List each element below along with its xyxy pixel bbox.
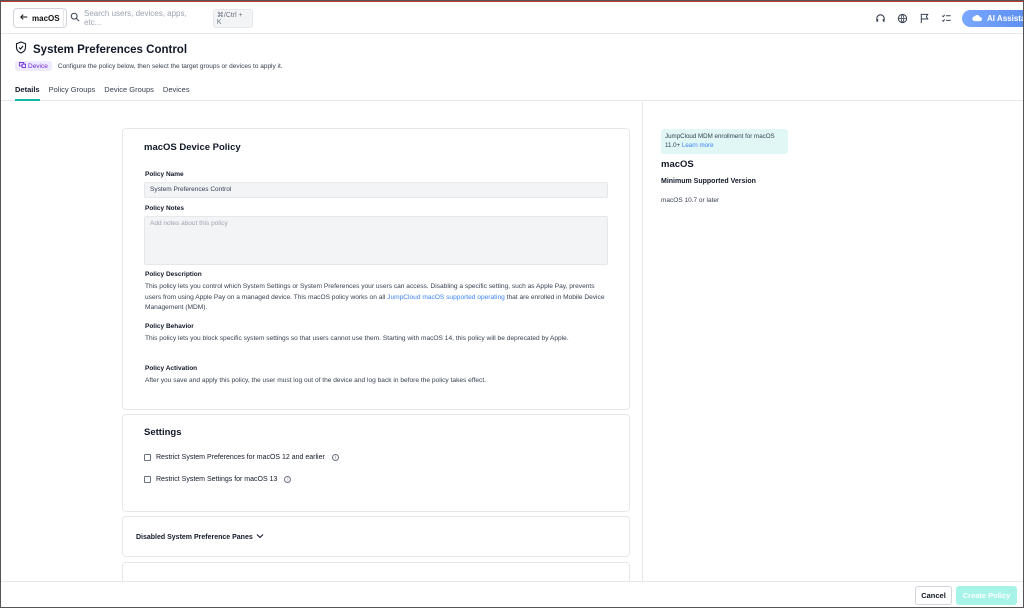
search-shortcut: ⌘/Ctrl + K <box>212 8 253 28</box>
policy-behavior-text: This policy lets you block specific syst… <box>145 335 569 342</box>
policy-form-column: macOS Device Policy Policy Name System P… <box>1 102 643 592</box>
create-policy-button[interactable]: Create Policy <box>956 586 1017 605</box>
info-icon[interactable]: i <box>331 454 339 461</box>
main-content: macOS Device Policy Policy Name System P… <box>1 102 1023 592</box>
policy-details-card: macOS Device Policy Policy Name System P… <box>122 128 630 410</box>
policy-name-label: Policy Name <box>145 171 184 178</box>
headset-icon[interactable] <box>873 11 887 25</box>
policy-description-text: This policy lets you control which Syste… <box>145 283 605 311</box>
back-button-label: macOS <box>32 13 60 23</box>
settings-card: Settings Restrict System Preferences for… <box>122 414 630 512</box>
tab-policy-groups[interactable]: Policy Groups <box>49 85 96 101</box>
info-icon[interactable]: i <box>284 476 292 483</box>
restrict-preferences-option[interactable]: Restrict System Preferences for macOS 12… <box>144 454 339 461</box>
device-badge-label: Device <box>28 62 48 70</box>
flag-icon[interactable] <box>917 11 931 25</box>
global-search[interactable]: Search users, devices, apps, etc... ⌘/Ct… <box>63 8 253 28</box>
page-subtitle: Configure the policy below, then select … <box>57 62 283 70</box>
page-title: System Preferences Control <box>33 44 188 56</box>
os-title: macOS <box>661 159 694 170</box>
restrict-preferences-checkbox[interactable] <box>144 454 151 461</box>
footer-bar: Cancel Create Policy <box>1 581 1023 607</box>
restrict-settings-option[interactable]: Restrict System Settings for macOS 13 i <box>144 476 292 483</box>
app-window: macOS Search users, devices, apps, etc..… <box>0 0 1024 608</box>
cloud-icon <box>972 14 983 24</box>
policy-card-title: macOS Device Policy <box>144 142 241 153</box>
policy-behavior-label: Policy Behavior <box>145 323 194 330</box>
policy-description-label: Policy Description <box>145 271 202 278</box>
policy-activation-label: Policy Activation <box>145 365 198 372</box>
globe-icon[interactable] <box>895 11 909 25</box>
min-version-label: Minimum Supported Version <box>661 178 756 185</box>
disabled-panes-card[interactable]: Disabled System Preference Panes <box>122 516 630 557</box>
settings-title: Settings <box>144 427 182 438</box>
policy-activation-text: After you save and apply this policy, th… <box>145 377 486 384</box>
tab-details[interactable]: Details <box>15 85 40 101</box>
ai-assistant-button[interactable]: AI Assista <box>962 10 1024 27</box>
min-version-value: macOS 10.7 or later <box>661 197 720 204</box>
top-bar: macOS Search users, devices, apps, etc..… <box>1 1 1023 34</box>
tab-devices[interactable]: Devices <box>163 85 190 101</box>
ai-assistant-label: AI Assista <box>987 14 1024 23</box>
restrict-settings-label: Restrict System Settings for macOS 13 <box>156 476 278 483</box>
policy-notes-textarea[interactable]: Add notes about this policy <box>144 216 608 265</box>
policy-notes-label: Policy Notes <box>145 205 185 212</box>
restrict-preferences-label: Restrict System Preferences for macOS 12… <box>156 454 325 461</box>
disabled-panes-label: Disabled System Preference Panes <box>136 533 253 541</box>
learn-more-link[interactable]: Learn more <box>682 142 714 149</box>
page-header: System Preferences Control Device Config… <box>1 35 1023 101</box>
disabled-panes-toggle[interactable]: Disabled System Preference Panes <box>136 533 264 541</box>
task-list-icon[interactable] <box>939 11 953 25</box>
device-badge: Device <box>15 61 52 71</box>
arrow-left-icon <box>20 13 28 23</box>
supported-os-link[interactable]: JumpCloud macOS supported operating <box>387 294 505 301</box>
cancel-button[interactable]: Cancel <box>915 586 952 605</box>
device-icon <box>19 61 26 70</box>
search-icon <box>70 12 80 24</box>
chevron-down-icon <box>256 533 264 541</box>
restrict-settings-checkbox[interactable] <box>144 476 151 483</box>
policy-name-input[interactable]: System Preferences Control <box>144 182 608 198</box>
tab-device-groups[interactable]: Device Groups <box>104 85 154 101</box>
tab-bar: Details Policy Groups Device Groups Devi… <box>15 85 190 101</box>
mdm-enrollment-notice: JumpCloud MDM enrollment for macOS 11.0+… <box>661 129 788 154</box>
search-input[interactable]: Search users, devices, apps, etc... <box>84 9 205 27</box>
shield-icon <box>15 41 27 59</box>
back-button[interactable]: macOS <box>13 8 67 28</box>
